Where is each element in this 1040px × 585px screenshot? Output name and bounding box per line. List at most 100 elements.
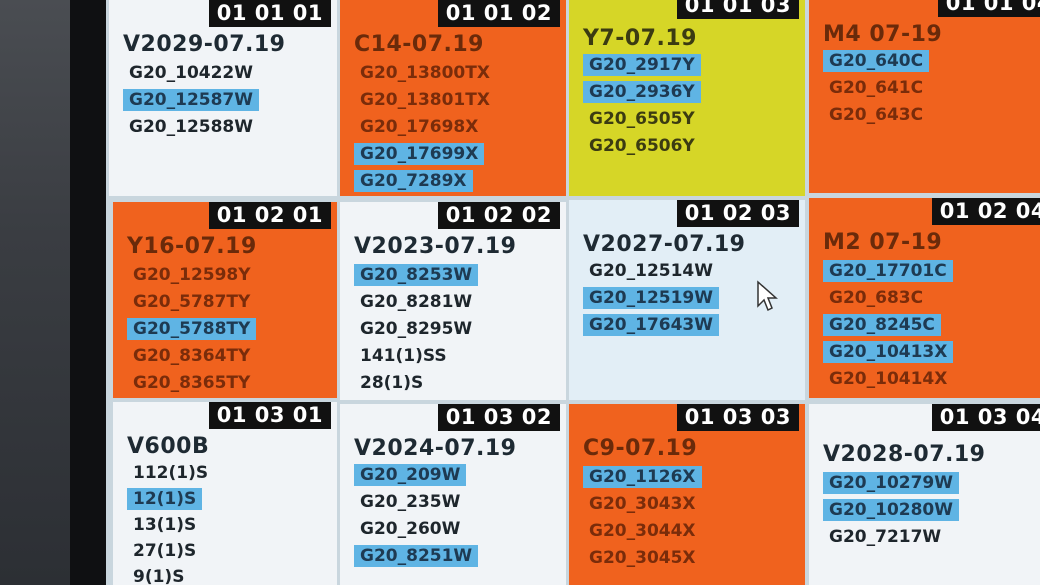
- cell-title: M4 07-19: [823, 22, 943, 47]
- cell-item[interactable]: G20_7289X: [354, 168, 496, 195]
- cell-title: C9-07.19: [583, 436, 698, 461]
- cell-item[interactable]: G20_6506Y: [583, 133, 701, 160]
- cell-item[interactable]: G20_17701C: [823, 258, 953, 285]
- rack-cell[interactable]: 01 03 02 V2024-07.19 G20_209W G20_235W G…: [340, 404, 566, 585]
- cell-title: Y16-07.19: [127, 234, 257, 259]
- cell-code-badge: 01 01 02: [437, 0, 560, 27]
- cell-code-badge: 01 01 03: [676, 0, 799, 19]
- cell-item[interactable]: G20_8253W: [354, 262, 479, 289]
- rack-cell[interactable]: 01 03 01 V600B 112(1)S 12(1)S 13(1)S 27(…: [113, 402, 337, 585]
- cell-title: V2029-07.19: [123, 32, 286, 57]
- cell-code-badge: 01 02 04: [931, 198, 1040, 225]
- cell-item[interactable]: G20_13800TX: [354, 60, 496, 87]
- cell-item[interactable]: G20_13801TX: [354, 87, 496, 114]
- cell-item[interactable]: G20_8245C: [823, 312, 953, 339]
- rack-cell[interactable]: 01 01 04 M4 07-19 G20_640C G20_641C G20_…: [809, 0, 1040, 193]
- mouse-cursor-icon: [757, 280, 778, 312]
- rack-cell[interactable]: 01 03 04 V2028-07.19 G20_10279W G20_1028…: [809, 404, 1040, 585]
- cell-item[interactable]: G20_683C: [823, 285, 953, 312]
- cell-item-list: 112(1)S 12(1)S 13(1)S 27(1)S 9(1)S: [127, 460, 214, 585]
- cell-item-list: G20_13800TX G20_13801TX G20_17698X G20_1…: [354, 60, 496, 195]
- rack-cell[interactable]: 01 02 01 Y16-07.19 G20_12598Y G20_5787TY…: [113, 202, 337, 398]
- cell-item-list: G20_12514W G20_12519W G20_17643W: [583, 258, 720, 339]
- cell-item[interactable]: G20_8295W: [354, 316, 478, 343]
- cell-title: V2023-07.19: [354, 234, 517, 259]
- cell-item[interactable]: G20_12514W: [583, 258, 719, 285]
- cell-item[interactable]: 9(1)S: [127, 564, 214, 585]
- cell-item[interactable]: G20_17643W: [583, 312, 720, 339]
- cell-code-badge: 01 01 04: [937, 0, 1040, 17]
- rack-cell[interactable]: 01 02 04 M2 07-19 G20_17701C G20_683C G2…: [809, 198, 1040, 398]
- cell-item[interactable]: 27(1)S: [127, 538, 214, 564]
- cell-item[interactable]: G20_3043X: [583, 491, 702, 518]
- background-left: [0, 0, 70, 585]
- cell-item[interactable]: G20_10422W: [123, 60, 259, 87]
- cell-item[interactable]: G20_209W: [354, 462, 478, 489]
- cell-item[interactable]: G20_12598Y: [127, 262, 257, 289]
- cell-item[interactable]: G20_8365TY: [127, 370, 257, 397]
- cell-title: Y7-07.19: [583, 26, 697, 51]
- cell-code-badge: 01 02 02: [437, 202, 560, 229]
- rack-cell[interactable]: 01 02 02 V2023-07.19 G20_8253W G20_8281W…: [340, 202, 566, 400]
- cell-item-list: G20_17701C G20_683C G20_8245C G20_10413X…: [823, 258, 954, 393]
- cell-item[interactable]: G20_641C: [823, 75, 929, 102]
- cell-item[interactable]: 12(1)S: [127, 486, 214, 512]
- rack-cell[interactable]: 01 01 01 V2029-07.19 G20_10422W G20_1258…: [109, 0, 337, 196]
- cell-item-list: G20_12598Y G20_5787TY G20_5788TY G20_836…: [127, 262, 257, 397]
- cell-item[interactable]: G20_12519W: [583, 285, 720, 312]
- rack-cell[interactable]: 01 03 03 C9-07.19 G20_1126X G20_3043X G2…: [569, 404, 805, 585]
- cell-item[interactable]: G20_10413X: [823, 339, 954, 366]
- cell-code-badge: 01 03 01: [208, 402, 331, 429]
- cell-item[interactable]: G20_2917Y: [583, 52, 701, 79]
- cell-item[interactable]: G20_12588W: [123, 114, 259, 141]
- cell-item[interactable]: G20_5788TY: [127, 316, 257, 343]
- cell-item-list: G20_209W G20_235W G20_260W G20_8251W: [354, 462, 479, 570]
- cell-title: C14-07.19: [354, 32, 484, 57]
- cell-title: V2027-07.19: [583, 232, 746, 257]
- cell-item[interactable]: G20_8281W: [354, 289, 478, 316]
- cell-title: V2024-07.19: [354, 436, 517, 461]
- cell-item-list: G20_2917Y G20_2936Y G20_6505Y G20_6506Y: [583, 52, 701, 160]
- cell-item-list: G20_640C G20_641C G20_643C: [823, 48, 930, 129]
- cell-item[interactable]: G20_17699X: [354, 141, 496, 168]
- rack-grid-screen: 01 01 01 V2029-07.19 G20_10422W G20_1258…: [106, 0, 1040, 585]
- cell-item[interactable]: G20_7217W: [823, 524, 959, 551]
- cell-item[interactable]: 13(1)S: [127, 512, 214, 538]
- cell-item[interactable]: 141(1)SS: [354, 343, 478, 370]
- cell-item[interactable]: G20_8251W: [354, 543, 479, 570]
- cell-item[interactable]: G20_235W: [354, 489, 478, 516]
- cell-code-badge: 01 01 01: [208, 0, 331, 27]
- cell-item[interactable]: 112(1)S: [127, 460, 214, 486]
- cell-code-badge: 01 03 04: [931, 404, 1040, 431]
- cell-item[interactable]: G20_12587W: [123, 87, 260, 114]
- cell-item[interactable]: G20_1126X: [583, 464, 702, 491]
- cell-item-list: G20_10422W G20_12587W G20_12588W: [123, 60, 260, 141]
- cell-item[interactable]: G20_2936Y: [583, 79, 701, 106]
- cell-item[interactable]: G20_10279W: [823, 470, 960, 497]
- cell-item[interactable]: G20_260W: [354, 516, 478, 543]
- cell-item[interactable]: G20_3044X: [583, 518, 702, 545]
- cell-item-list: G20_8253W G20_8281W G20_8295W 141(1)SS 2…: [354, 262, 479, 397]
- cell-code-badge: 01 02 03: [676, 200, 799, 227]
- cell-item[interactable]: G20_8364TY: [127, 343, 257, 370]
- cell-item[interactable]: G20_643C: [823, 102, 929, 129]
- cell-item[interactable]: G20_3045X: [583, 545, 702, 572]
- cell-item[interactable]: G20_17698X: [354, 114, 496, 141]
- cell-title: V2028-07.19: [823, 442, 986, 467]
- cell-title: M2 07-19: [823, 230, 943, 255]
- monitor-bezel: [70, 0, 106, 585]
- cell-code-badge: 01 03 03: [676, 404, 799, 431]
- cell-item-list: G20_1126X G20_3043X G20_3044X G20_3045X: [583, 464, 702, 572]
- cell-item[interactable]: G20_10280W: [823, 497, 960, 524]
- cell-item[interactable]: G20_640C: [823, 48, 930, 75]
- cell-item[interactable]: G20_10414X: [823, 366, 953, 393]
- cell-item[interactable]: 28(1)S: [354, 370, 478, 397]
- cell-title: V600B: [127, 434, 210, 459]
- cell-item[interactable]: G20_5787TY: [127, 289, 257, 316]
- cell-code-badge: 01 03 02: [437, 404, 560, 431]
- cell-item-list: G20_10279W G20_10280W G20_7217W: [823, 470, 960, 551]
- rack-cell[interactable]: 01 01 03 Y7-07.19 G20_2917Y G20_2936Y G2…: [569, 0, 805, 196]
- cell-code-badge: 01 02 01: [208, 202, 331, 229]
- rack-cell[interactable]: 01 01 02 C14-07.19 G20_13800TX G20_13801…: [340, 0, 566, 196]
- cell-item[interactable]: G20_6505Y: [583, 106, 701, 133]
